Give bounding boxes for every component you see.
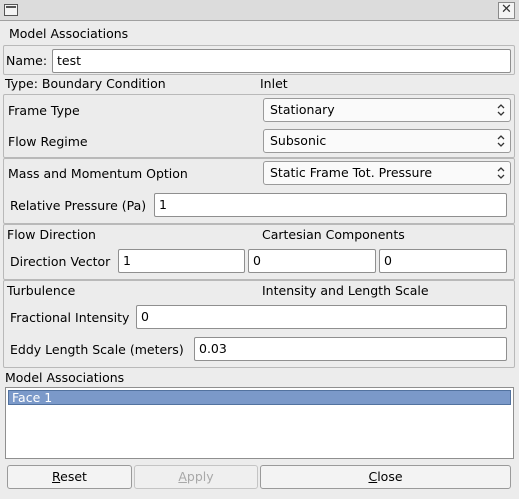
- updown-arrows-icon: [497, 104, 505, 116]
- reset-label: eset: [60, 469, 87, 484]
- flow-direction-label: Flow Direction: [7, 227, 96, 242]
- window-close-button[interactable]: ✕: [498, 2, 515, 19]
- close-mnemonic: C: [368, 469, 378, 484]
- frame-type-value: Stationary: [270, 102, 335, 117]
- flow-direction-mode: Cartesian Components: [262, 227, 405, 242]
- window-menu-icon[interactable]: [4, 4, 18, 16]
- direction-x-input[interactable]: 1: [118, 249, 245, 273]
- reset-button[interactable]: Reset: [7, 465, 132, 489]
- type-value: Inlet: [260, 76, 288, 91]
- turbulence-mode: Intensity and Length Scale: [262, 283, 429, 298]
- fractional-intensity-input[interactable]: 0: [136, 305, 507, 329]
- list-item[interactable]: Face 1: [8, 390, 511, 405]
- flow-regime-value: Subsonic: [270, 133, 327, 148]
- mass-option-label: Mass and Momentum Option: [8, 166, 188, 181]
- direction-y-input[interactable]: 0: [248, 249, 376, 273]
- direction-z-input[interactable]: 0: [379, 249, 507, 273]
- name-label: Name:: [6, 53, 48, 68]
- reset-mnemonic: R: [52, 469, 61, 484]
- apply-button[interactable]: Apply: [134, 465, 258, 489]
- updown-arrows-icon: [497, 167, 505, 179]
- associations-list[interactable]: Face 1: [5, 387, 514, 459]
- fractional-intensity-label: Fractional Intensity: [10, 310, 130, 325]
- apply-mnemonic: A: [178, 469, 187, 484]
- close-label: lose: [377, 469, 403, 484]
- frame-type-label: Frame Type: [8, 103, 80, 118]
- direction-vector-label: Direction Vector: [10, 254, 111, 269]
- pressure-input[interactable]: 1: [154, 193, 507, 217]
- eddy-length-input[interactable]: 0.03: [194, 337, 507, 361]
- updown-arrows-icon: [497, 135, 505, 147]
- eddy-length-label: Eddy Length Scale (meters): [10, 342, 184, 357]
- flow-regime-select[interactable]: Subsonic: [263, 129, 511, 153]
- frame-type-select[interactable]: Stationary: [263, 98, 511, 122]
- mass-option-value: Static Frame Tot. Pressure: [270, 165, 433, 180]
- close-button[interactable]: Close: [260, 465, 511, 489]
- turbulence-label: Turbulence: [7, 283, 76, 298]
- mass-option-select[interactable]: Static Frame Tot. Pressure: [263, 161, 511, 185]
- title-bar: [0, 0, 519, 21]
- name-input[interactable]: test: [52, 49, 511, 73]
- associations-label: Model Associations: [5, 370, 125, 385]
- flow-regime-label: Flow Regime: [8, 134, 88, 149]
- dialog-title: Model Associations: [9, 26, 129, 41]
- type-label: Type: Boundary Condition: [5, 76, 166, 91]
- close-icon: ✕: [501, 2, 512, 17]
- pressure-label: Relative Pressure (Pa): [10, 198, 147, 213]
- apply-label: pply: [186, 469, 214, 484]
